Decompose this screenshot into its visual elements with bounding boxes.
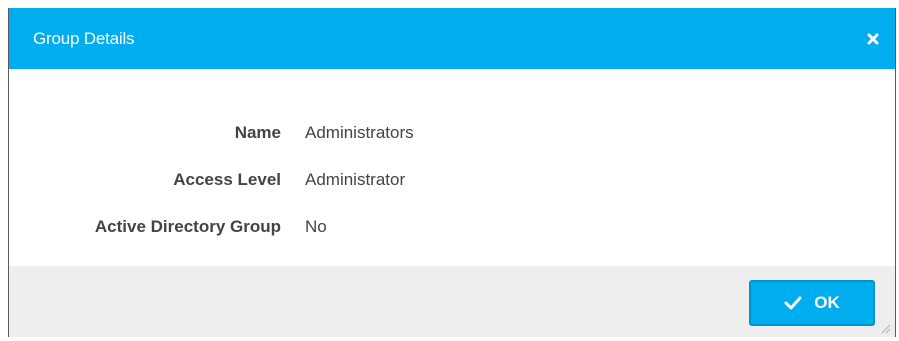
field-label-name: Name bbox=[234, 122, 281, 142]
field-label-active-directory-group: Active Directory Group bbox=[94, 216, 281, 236]
resize-grip-icon[interactable] bbox=[879, 321, 891, 334]
field-row-access-level: Access Level Administrator bbox=[9, 156, 895, 203]
ok-button[interactable]: OK bbox=[749, 280, 875, 326]
field-value-name: Administrators bbox=[305, 122, 414, 142]
dialog-body: Name Administrators Access Level Adminis… bbox=[9, 69, 895, 266]
field-value-access-level: Administrator bbox=[305, 169, 406, 189]
ok-button-label: OK bbox=[814, 293, 840, 312]
close-icon[interactable] bbox=[863, 29, 883, 49]
field-row-active-directory-group: Active Directory Group No bbox=[9, 203, 895, 250]
dialog-title: Group Details bbox=[33, 28, 135, 48]
check-icon bbox=[784, 296, 802, 310]
group-details-dialog: Group Details Name Administrators Access… bbox=[8, 8, 896, 337]
field-row-name: Name Administrators bbox=[9, 109, 895, 156]
field-value-active-directory-group: No bbox=[305, 216, 327, 236]
dialog-footer: OK bbox=[9, 266, 895, 337]
field-label-access-level: Access Level bbox=[173, 169, 281, 189]
dialog-header: Group Details bbox=[9, 8, 895, 69]
